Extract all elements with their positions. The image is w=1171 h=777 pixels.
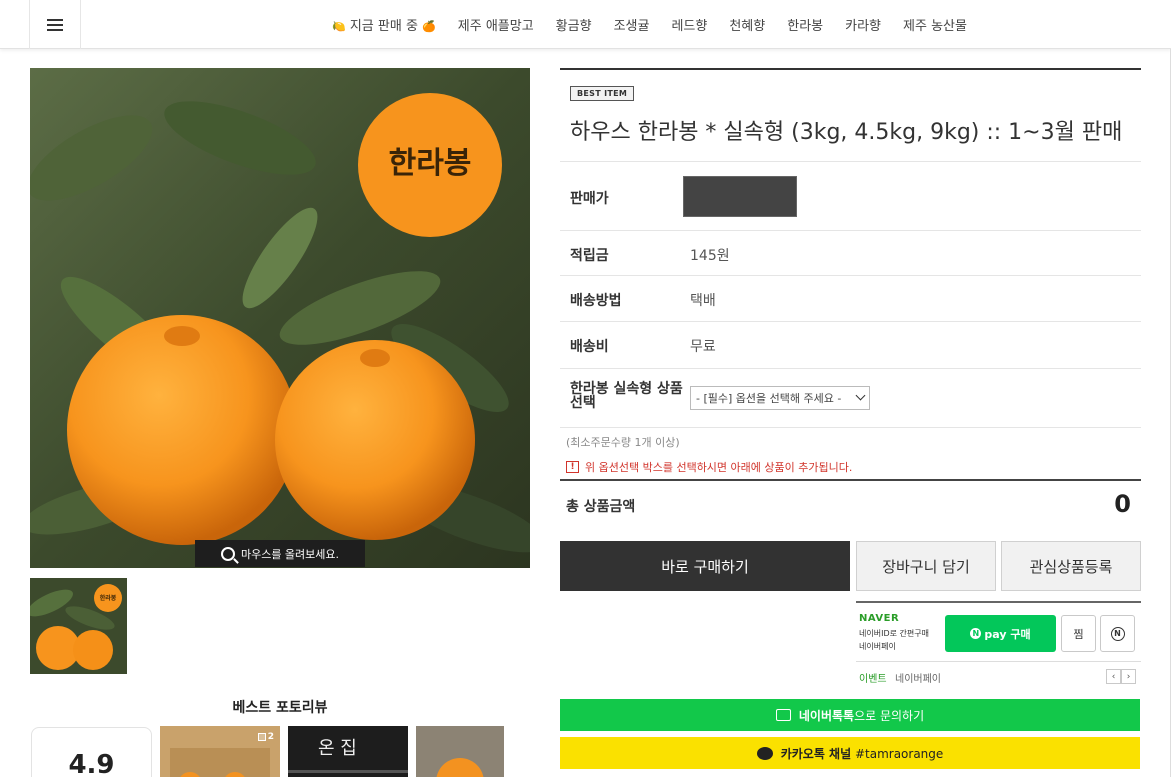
product-title: 하우스 한라봉 * 실속형 (3kg, 4.5kg, 9kg) :: 1~3월 …	[570, 120, 1123, 145]
divider	[560, 427, 1141, 428]
divider	[560, 230, 1141, 231]
naver-pay-desc: 네이버ID로 간편구매 네이버페이	[859, 629, 929, 651]
naver-circle-icon: N	[1110, 626, 1125, 641]
nav-item-cheonhyehyang[interactable]: 천혜향	[718, 15, 776, 34]
review-photo-3[interactable]	[416, 726, 504, 777]
total-label: 총 상품금액	[566, 499, 636, 515]
shipping-method-label: 배송방법	[570, 293, 622, 309]
category-nav: 🍋 지금 판매 중 🍊 제주 애플망고 황금향 조생귤 레드향 천혜향 한라봉 …	[330, 0, 978, 49]
nav-item-josaenggyul[interactable]: 조생귤	[603, 15, 661, 34]
option-warning: ! 위 옵션선택 박스를 선택하시면 아래에 상품이 추가됩니다.	[566, 459, 852, 475]
review-photo-2[interactable]: 온 집	[288, 726, 408, 777]
buy-now-button[interactable]: 바로 구매하기	[560, 541, 850, 591]
shipping-fee-label: 배송비	[570, 339, 609, 355]
chevron-right-icon[interactable]: ›	[1121, 669, 1136, 684]
divider	[560, 161, 1141, 162]
divider	[560, 275, 1141, 276]
points-label: 적립금	[570, 248, 609, 264]
naver-pay-button[interactable]: N pay 구매	[945, 615, 1056, 652]
review-photo-2-divider	[288, 770, 408, 773]
naver-talktalk-button[interactable]: 네이버톡톡으로 문의하기	[560, 699, 1140, 731]
exclamation-icon: !	[566, 461, 579, 473]
kakao-talk-icon	[756, 746, 773, 760]
naver-n-icon: N	[970, 628, 982, 639]
rating-value: 4.9	[68, 750, 115, 777]
hallabong-label: 한라봉	[388, 146, 472, 181]
hover-hint: 마우스를 올려보세요.	[195, 540, 365, 567]
nav-item-apple-mango[interactable]: 제주 애플망고	[447, 15, 545, 34]
nav-item-redhyang[interactable]: 레드향	[660, 15, 718, 34]
hamburger-menu-button[interactable]	[29, 0, 81, 49]
best-item-badge: BEST ITEM	[570, 86, 635, 101]
nav-item-hwanggeumhyang[interactable]: 황금향	[545, 15, 603, 34]
option-select[interactable]: - [필수] 옵션을 선택해 주세요 -	[690, 386, 870, 410]
review-photo-2-text: 온 집	[318, 738, 357, 759]
lemon-icon: 🍋	[332, 20, 346, 33]
wishlist-button[interactable]: 관심상품등록	[1001, 541, 1141, 591]
hamburger-icon	[47, 18, 63, 31]
product-main-image[interactable]: 한라봉 마우스를 올려보세요.	[30, 68, 530, 568]
product-thumbnail[interactable]: 한라봉	[30, 578, 127, 674]
points-value: 145원	[690, 248, 730, 264]
shipping-method-value: 택배	[690, 293, 716, 309]
chat-bubble-icon	[775, 709, 791, 721]
magnifier-icon	[220, 546, 235, 561]
review-photo-count: 2	[257, 732, 274, 742]
rating-box: 4.9	[31, 727, 152, 777]
price-label: 판매가	[570, 191, 609, 207]
nav-item-now-selling[interactable]: 🍋 지금 판매 중 🍊	[330, 15, 447, 34]
total-divider	[560, 479, 1141, 481]
npay-event-label: 이벤트	[859, 674, 887, 685]
add-to-cart-button[interactable]: 장바구니 담기	[856, 541, 996, 591]
photo-stack-icon	[257, 733, 266, 741]
nav-item-hallabong[interactable]: 한라봉	[776, 15, 834, 34]
naver-shopping-button[interactable]: N	[1100, 615, 1135, 652]
price-value-redacted	[683, 176, 797, 217]
top-nav: 🍋 지금 판매 중 🍊 제주 애플망고 황금향 조생귤 레드향 천혜향 한라봉 …	[0, 0, 1171, 49]
review-photo-1[interactable]: 2	[160, 726, 280, 777]
product-info: BEST ITEM 하우스 한라봉 * 실속형 (3kg, 4.5kg, 9kg…	[560, 68, 1141, 777]
nav-item-karahyang[interactable]: 카라향	[834, 15, 892, 34]
min-order-qty: (최소주문수량 1개 이상)	[566, 436, 680, 449]
nav-item-jeju-produce[interactable]: 제주 농산물	[892, 15, 978, 34]
divider	[560, 321, 1141, 322]
chevron-down-icon	[855, 390, 866, 401]
thumb-hallabong-label: 한라봉	[99, 595, 117, 602]
naver-pay-box: NAVER 네이버ID로 간편구매 네이버페이 N pay 구매 찜 N 이벤트…	[856, 601, 1141, 691]
divider	[560, 368, 1141, 369]
shipping-fee-value: 무료	[690, 339, 716, 355]
naver-zzim-button[interactable]: 찜	[1061, 615, 1096, 652]
tangerine-icon: 🍊	[422, 20, 436, 33]
best-photo-review-title: 베스트 포토리뷰	[232, 700, 328, 716]
info-top-border	[560, 68, 1141, 70]
npay-event-text: 네이버페이	[895, 674, 941, 685]
option-label: 한라봉 실속형 상품선택	[570, 381, 683, 411]
kakao-channel-button[interactable]: 카카오톡 채널 #tamraorange	[560, 737, 1140, 769]
total-value: 0	[1114, 490, 1131, 518]
npay-divider	[856, 661, 1141, 662]
chevron-left-icon[interactable]: ‹	[1106, 669, 1121, 684]
naver-brand: NAVER	[859, 613, 900, 624]
